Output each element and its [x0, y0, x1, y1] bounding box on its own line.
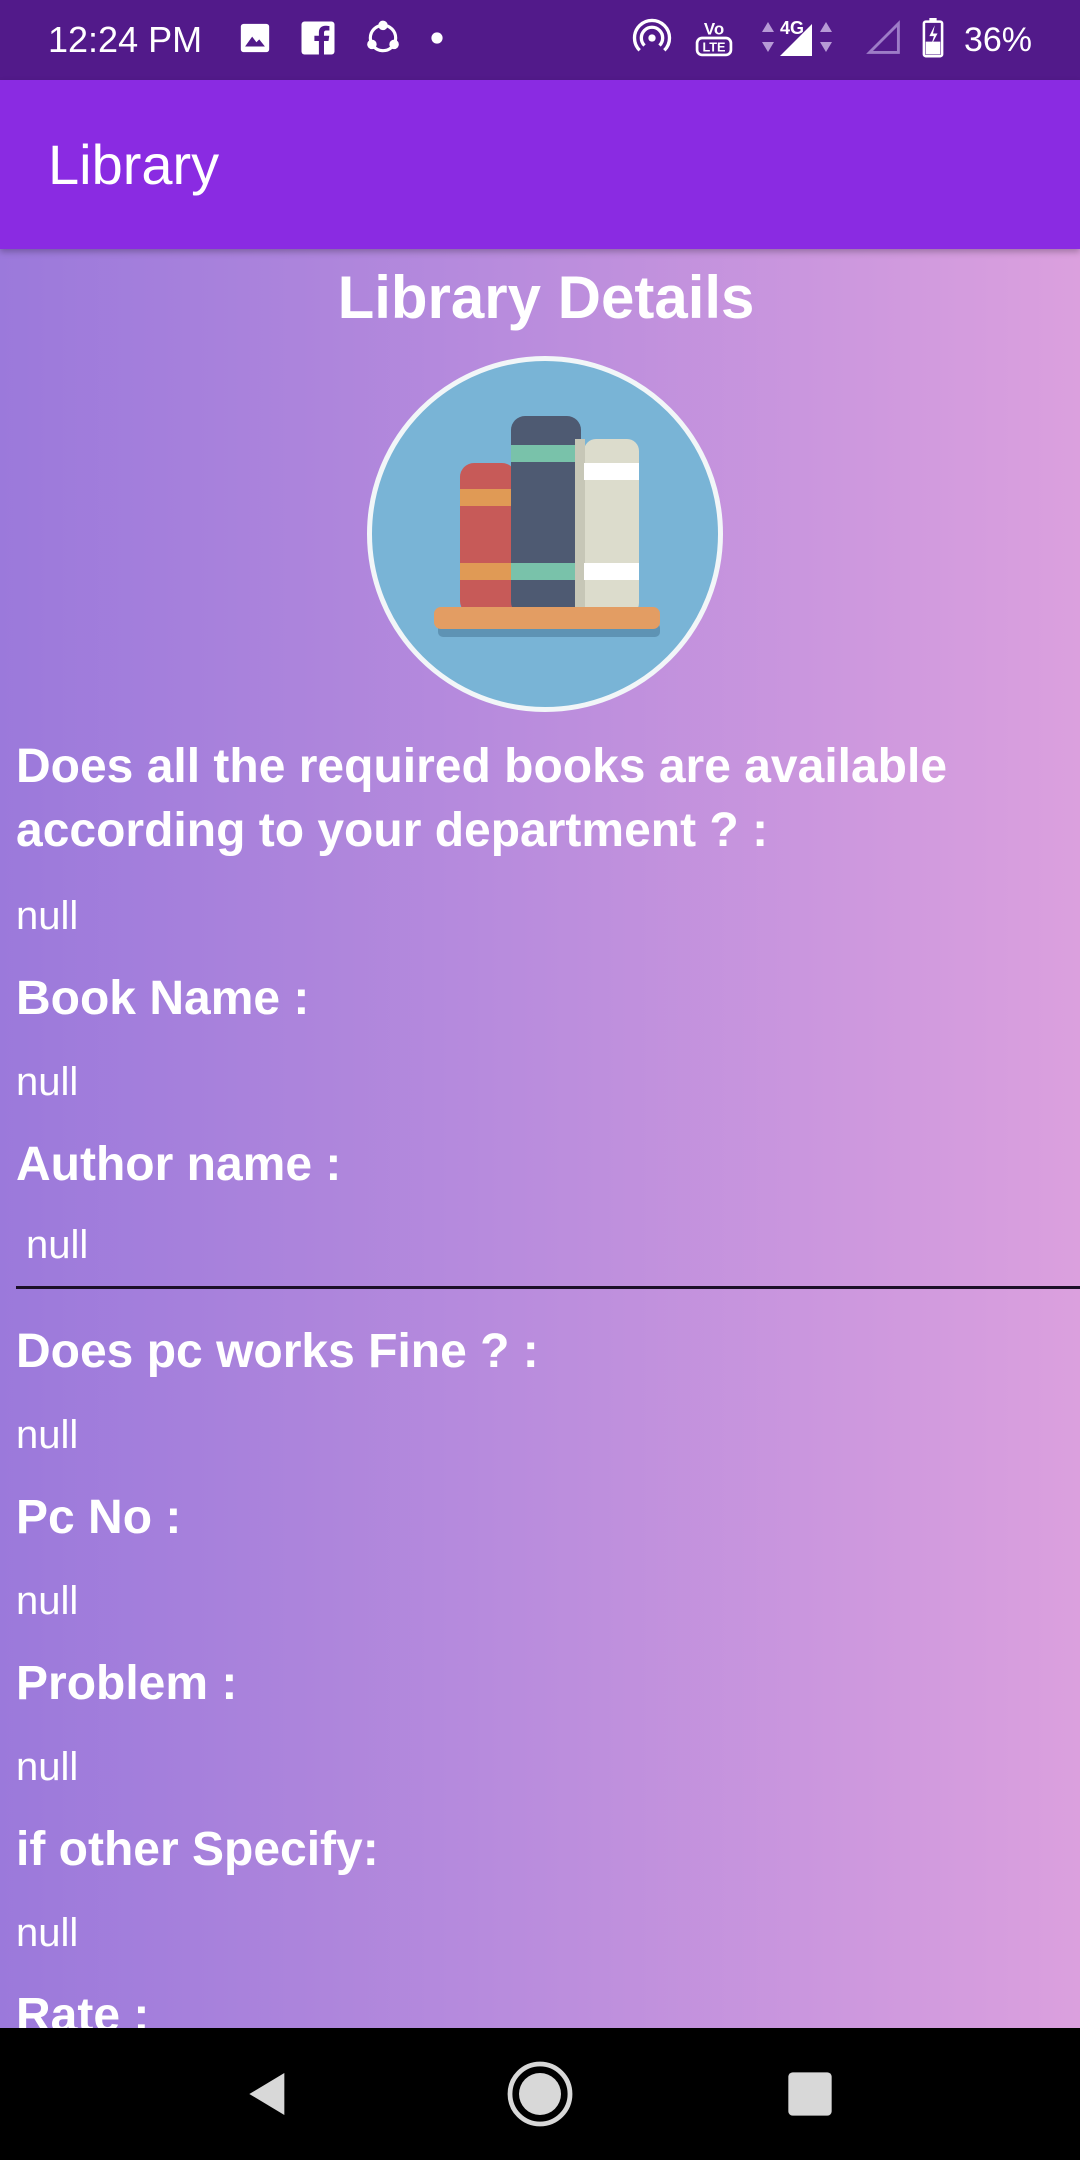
author-name-value: null: [26, 1223, 89, 1267]
signal-4g-icon: 4G: [756, 16, 846, 65]
svg-text:4G: 4G: [780, 18, 804, 38]
field-value: null: [16, 1060, 79, 1104]
status-time: 12:24 PM: [48, 19, 203, 60]
field-books-available: Does all the required books are availabl…: [16, 735, 1080, 863]
field-problem-value: null: [16, 1743, 1080, 1791]
svg-text:Vo: Vo: [704, 19, 724, 38]
field-label: Author name :: [16, 1138, 342, 1191]
field-other-specify: if other Specify:: [16, 1818, 1080, 1882]
field-label: if other Specify:: [16, 1823, 379, 1876]
field-pc-no: Pc No :: [16, 1486, 1080, 1550]
battery-icon: [922, 17, 944, 63]
field-value: null: [16, 1579, 79, 1623]
share-icon: [364, 19, 402, 62]
field-problem: Problem :: [16, 1652, 1080, 1716]
back-button[interactable]: [202, 2028, 334, 2160]
signal-empty-icon: [866, 19, 902, 61]
field-book-name-value: null: [16, 1058, 1080, 1106]
field-other-specify-value: null: [16, 1909, 1080, 1957]
page-title: Library Details: [337, 264, 755, 331]
field-label: Does pc works Fine ? :: [16, 1325, 539, 1378]
home-icon: [507, 2061, 573, 2127]
app-title: Library: [48, 133, 220, 196]
field-label: Pc No :: [16, 1491, 182, 1544]
field-pc-no-value: null: [16, 1577, 1080, 1625]
field-rate: Rate :: [16, 1984, 1080, 2028]
field-value: null: [16, 894, 79, 938]
field-label: Book Name :: [16, 972, 310, 1025]
status-bar: 12:24 PM Vo LTE 4G 36%: [0, 0, 1080, 80]
field-value: null: [16, 1745, 79, 1789]
books-icon: [434, 416, 660, 637]
field-label: Problem :: [16, 1657, 238, 1710]
svg-text:LTE: LTE: [702, 40, 725, 54]
home-button[interactable]: [474, 2028, 606, 2160]
author-name-field[interactable]: null: [16, 1209, 1080, 1289]
image-icon: [238, 21, 272, 60]
app-bar: Library: [0, 80, 1080, 249]
field-author-name: Author name :: [16, 1133, 1080, 1197]
dot-icon: [430, 31, 444, 50]
field-books-available-value: null: [16, 892, 1080, 940]
battery-percent: 36%: [963, 20, 1032, 59]
notification-icons: [238, 19, 444, 62]
recents-button[interactable]: [744, 2028, 876, 2160]
volte-icon: Vo LTE: [692, 16, 736, 65]
field-pc-works: Does pc works Fine ? :: [16, 1320, 1080, 1384]
library-details-content[interactable]: Library Details Does all the required bo…: [0, 249, 1080, 2028]
field-label: Rate :: [16, 1989, 150, 2028]
field-label: Does all the required books are availabl…: [16, 740, 948, 857]
field-value: null: [16, 1911, 79, 1955]
field-pc-works-value: null: [16, 1411, 1080, 1459]
navigation-bar: [0, 2028, 1080, 2160]
hotspot-icon: [632, 18, 672, 63]
field-book-name: Book Name :: [16, 967, 1080, 1031]
facebook-icon: [300, 20, 336, 61]
library-logo: [367, 356, 723, 712]
field-value: null: [16, 1413, 79, 1457]
recents-icon: [788, 2072, 832, 2116]
system-icons: Vo LTE 4G 36%: [632, 16, 1032, 65]
back-icon: [249, 2073, 285, 2115]
